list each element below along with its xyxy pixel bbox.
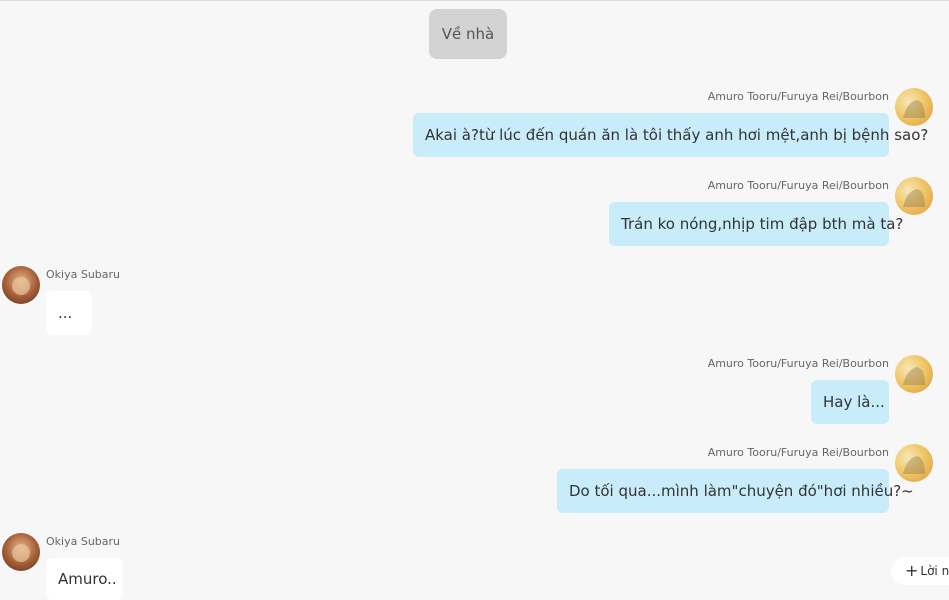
- speaker-name: Amuro Tooru/Furuya Rei/Bourbon: [707, 179, 889, 192]
- message-bubble: Amuro..: [46, 558, 123, 600]
- scene-label: Về nhà: [429, 9, 507, 59]
- plus-icon: +: [905, 561, 919, 580]
- avatar[interactable]: [895, 444, 933, 482]
- avatar[interactable]: [895, 355, 933, 393]
- message-bubble: Trán ko nóng,nhịp tim đập bth mà ta?: [609, 202, 903, 246]
- reply-button-label: Lời nh: [920, 564, 949, 578]
- speaker-name: Amuro Tooru/Furuya Rei/Bourbon: [707, 446, 889, 459]
- avatar[interactable]: [2, 266, 40, 304]
- speaker-name: Amuro Tooru/Furuya Rei/Bourbon: [707, 90, 889, 103]
- avatar[interactable]: [895, 177, 933, 215]
- avatar[interactable]: [895, 88, 933, 126]
- speaker-name: Amuro Tooru/Furuya Rei/Bourbon: [707, 357, 889, 370]
- message-bubble: Akai à?từ lúc đến quán ăn là tôi thấy an…: [413, 113, 928, 157]
- reply-button[interactable]: + Lời nh: [891, 557, 949, 585]
- message-bubble: Hay là...: [811, 380, 889, 424]
- top-divider: [0, 0, 949, 1]
- speaker-name: Okiya Subaru: [46, 535, 121, 548]
- message-bubble: Do tối qua...mình làm"chuyện đó"hơi nhiề…: [557, 469, 914, 513]
- avatar[interactable]: [2, 533, 40, 571]
- message-bubble: ...: [46, 291, 92, 335]
- speaker-name: Okiya Subaru: [46, 268, 121, 281]
